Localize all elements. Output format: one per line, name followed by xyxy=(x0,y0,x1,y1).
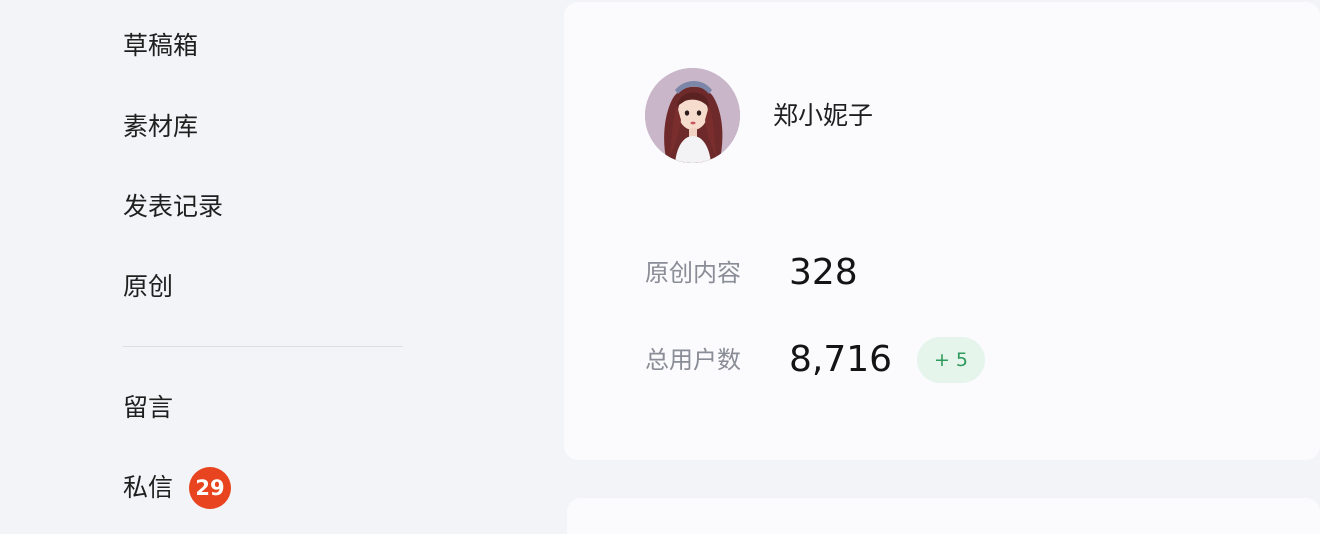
sidebar-item-comments[interactable]: 留言 xyxy=(123,390,173,425)
avatar[interactable] xyxy=(645,68,740,163)
sidebar-item-label: 发表记录 xyxy=(123,192,224,221)
sidebar-item-label: 草稿箱 xyxy=(123,31,199,60)
sidebar-item-drafts[interactable]: 草稿箱 xyxy=(123,28,198,63)
total-users-value: 8,716 xyxy=(789,339,893,380)
secondary-card xyxy=(567,498,1320,534)
total-users-label: 总用户数 xyxy=(645,346,741,374)
sidebar-divider xyxy=(123,346,403,347)
sidebar-item-label: 私信 xyxy=(123,473,174,502)
sidebar: 草稿箱 素材库 发表记录 原创 留言 私信 29 xyxy=(0,0,562,534)
sidebar-item-label: 留言 xyxy=(123,393,174,422)
user-growth-badge: + 5 xyxy=(917,337,985,383)
sidebar-item-label: 原创 xyxy=(123,272,174,301)
sidebar-item-label: 素材库 xyxy=(123,112,199,141)
account-overview-card: 郑小妮子 原创内容 328 总用户数 8,716 + 5 xyxy=(564,2,1320,460)
original-content-label: 原创内容 xyxy=(645,259,741,287)
unread-count-badge: 29 xyxy=(188,467,231,509)
sidebar-item-material-library[interactable]: 素材库 xyxy=(123,109,198,144)
username: 郑小妮子 xyxy=(773,101,874,130)
sidebar-item-publish-history[interactable]: 发表记录 xyxy=(123,189,223,224)
sidebar-item-messages[interactable]: 私信 29 xyxy=(123,467,231,509)
sidebar-item-original[interactable]: 原创 xyxy=(123,269,173,304)
user-avatar-icon xyxy=(645,68,740,163)
original-content-value: 328 xyxy=(789,252,858,293)
